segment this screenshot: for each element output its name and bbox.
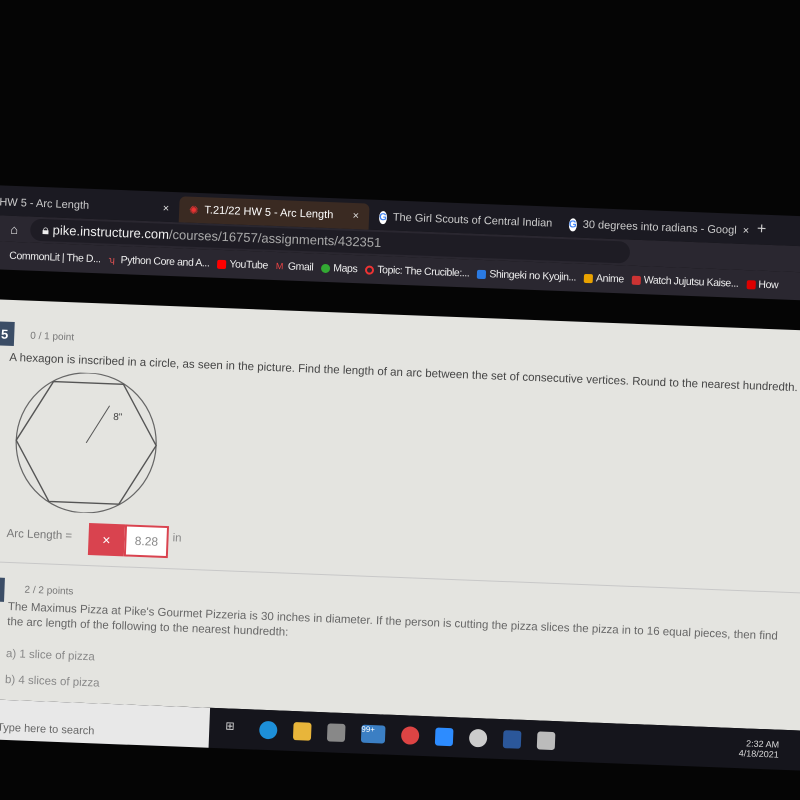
maps-icon: [321, 263, 331, 273]
canvas-icon: [365, 265, 375, 275]
answer-input[interactable]: 8.28: [123, 524, 170, 559]
mail-icon[interactable]: 99+: [360, 724, 386, 744]
bookmark[interactable]: M Gmail: [276, 260, 314, 273]
bookmark[interactable]: Maps: [321, 262, 358, 275]
bookmark[interactable]: CommonLit | The D...: [9, 250, 101, 266]
radius-line: [85, 405, 111, 444]
google-icon: G: [568, 217, 577, 232]
hexagon: [15, 380, 157, 505]
tab-title: The Girl Scouts of Central Indian: [392, 211, 553, 230]
divider: [0, 560, 800, 595]
answer-label: Arc Length =: [6, 527, 73, 543]
canvas-icon: ✺: [188, 204, 199, 217]
task-view-icon[interactable]: ⊞: [225, 719, 244, 738]
url-path: /courses/16757/assignments/432351: [168, 226, 382, 251]
bookmark[interactable]: YouTube: [217, 258, 268, 272]
hexagon-in-circle-figure: 8": [15, 372, 157, 514]
tab-title: 30 degrees into radians - Googl: [582, 218, 737, 237]
question-points: 0 / 1 point: [30, 330, 75, 344]
edge-icon[interactable]: [258, 720, 278, 740]
gmail-icon: M: [275, 260, 284, 272]
part-b: b) 4 slices of pizza: [4, 673, 100, 690]
bookmark[interactable]: Shingeki no Kyojin...: [477, 268, 576, 284]
bookmark[interactable]: ʮ Python Core and A...: [108, 254, 209, 269]
bookmark[interactable]: How: [746, 278, 778, 291]
chart-icon: [583, 273, 594, 283]
new-tab-button[interactable]: +: [748, 220, 774, 245]
radius-label: 8": [113, 412, 123, 423]
word-icon[interactable]: [502, 730, 522, 749]
chrome-icon[interactable]: [400, 726, 420, 745]
system-tray: 2:32 AM 4/18/2021: [739, 738, 780, 760]
circle: [15, 372, 157, 514]
tab-title: HW 5 - Arc Length: [0, 196, 90, 212]
question-points: 2 / 2 points: [24, 584, 74, 598]
answer-box: × 8.28: [87, 523, 170, 559]
app-icon[interactable]: [536, 731, 556, 751]
unit-label: in: [172, 532, 182, 545]
quiz-page: 5 0 / 1 point A hexagon is inscribed in …: [0, 298, 800, 732]
clock-date[interactable]: 4/18/2021: [739, 748, 779, 760]
home-icon[interactable]: ⌂: [10, 221, 18, 236]
close-icon[interactable]: ×: [352, 210, 359, 222]
zoom-icon[interactable]: [434, 727, 454, 747]
bookmark[interactable]: Watch Jujutsu Kaise...: [631, 274, 739, 290]
close-icon[interactable]: ×: [163, 203, 170, 215]
question-number: 6: [0, 576, 5, 602]
monitor-screen: HW 5 - Arc Length × ✺ T.21/22 HW 5 - Arc L…: [0, 185, 800, 777]
a-icon: [477, 269, 487, 279]
tab-title: T.21/22 HW 5 - Arc Length: [204, 204, 334, 222]
bookmark[interactable]: Anime: [583, 272, 624, 285]
app-icon[interactable]: [468, 728, 488, 748]
store-icon[interactable]: [326, 723, 346, 743]
bookmark[interactable]: Topic: The Crucible:...: [365, 263, 470, 279]
v-icon: [746, 279, 756, 290]
taskbar-search[interactable]: Type here to search: [0, 698, 211, 748]
file-explorer-icon[interactable]: [292, 722, 312, 741]
incorrect-icon: ×: [87, 523, 126, 557]
url-host: pike.instructure.com: [52, 222, 170, 242]
question-text: The Maximus Pizza at Pike's Gourmet Pizz…: [7, 600, 779, 643]
ak-icon: [631, 275, 641, 285]
question-number: 5: [0, 320, 15, 347]
youtube-icon: [217, 259, 227, 269]
google-icon: G: [378, 210, 388, 224]
part-a: a) 1 slice of pizza: [5, 647, 96, 664]
python-icon: ʮ: [108, 254, 115, 265]
